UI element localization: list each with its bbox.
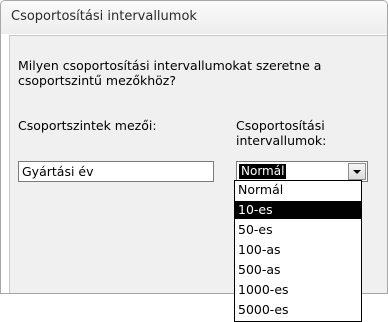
group-fields-label: Csoportszintek mezői: [18,118,157,133]
title-bar[interactable]: Csoportosítási intervallumok [1,1,387,34]
dropdown-option-100[interactable]: 100-as [235,241,361,259]
group-field-item[interactable]: Gyártási év [22,164,94,179]
window-title: Csoportosítási intervallumok [11,9,197,24]
interval-combobox[interactable]: Normál [236,161,368,182]
question-text-line2: csoportszintű mezőkhöz? [18,73,177,88]
dropdown-option-10[interactable]: 10-es [235,201,361,219]
dropdown-option-normal[interactable]: Normál [235,181,361,199]
intervals-label-line2: intervallumok: [236,133,327,148]
question-text-line1: Milyen csoportosítási intervallumokat sz… [18,58,322,73]
interval-dropdown-list: Normál 10-es 50-es 100-as 500-as 1000-es… [234,180,362,322]
dropdown-option-50[interactable]: 50-es [235,221,361,239]
interval-combobox-value: Normál [239,164,287,179]
dropdown-option-500[interactable]: 500-as [235,261,361,279]
dropdown-option-1000[interactable]: 1000-es [235,281,361,299]
combobox-dropdown-button[interactable] [348,163,366,180]
chevron-down-icon [353,170,361,174]
intervals-label-line1: Csoportosítási [236,118,325,133]
dropdown-option-5000[interactable]: 5000-es [235,301,361,319]
group-field-listbox[interactable]: Gyártási év [18,161,214,182]
